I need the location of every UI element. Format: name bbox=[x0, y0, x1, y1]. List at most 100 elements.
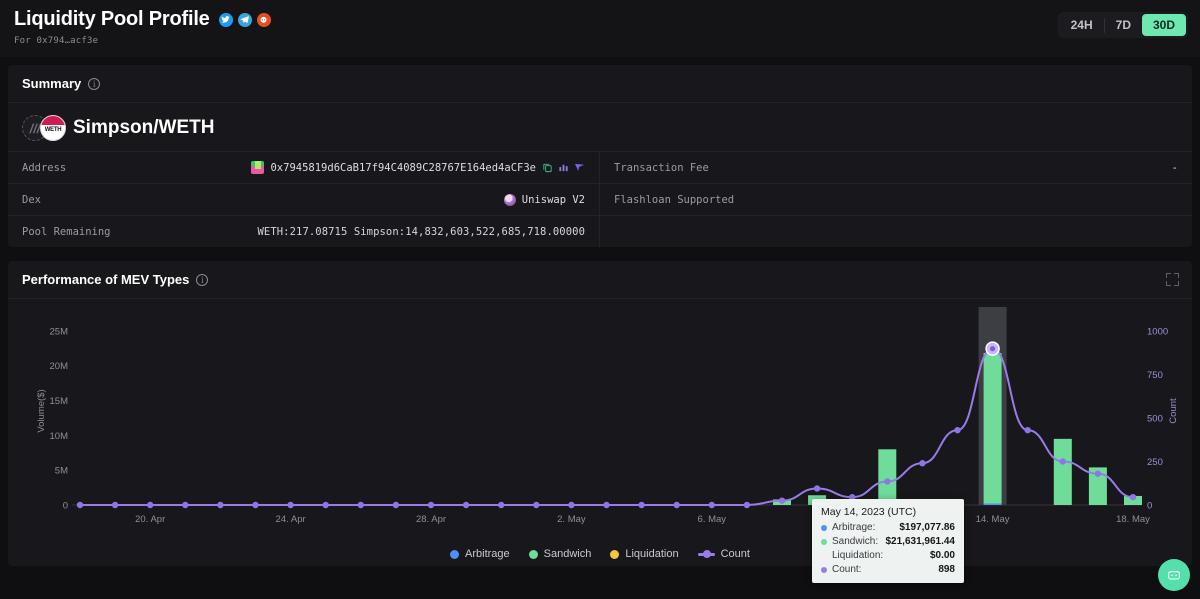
tooltip-value-liquidation: $0.00 bbox=[929, 550, 955, 561]
telegram-icon[interactable] bbox=[237, 12, 252, 27]
expand-icon[interactable] bbox=[1166, 273, 1179, 286]
summary-card: Summary i /// WETH Simpson/WETH Address bbox=[8, 65, 1192, 247]
summary-right-column: Transaction Fee - Flashloan Supported bbox=[600, 151, 1192, 247]
transaction-fee-label: Transaction Fee bbox=[614, 161, 709, 174]
weth-token-icon: WETH bbox=[40, 115, 66, 141]
summary-card-header: Summary i bbox=[8, 65, 1192, 103]
detail-row-dex: Dex Uniswap V2 bbox=[8, 183, 599, 215]
tooltip-label-liquidation: Liquidation: bbox=[832, 550, 884, 561]
range-30d-button[interactable]: 30D bbox=[1141, 14, 1186, 36]
tooltip-row-count: Count: 898 bbox=[821, 564, 955, 575]
copy-icon[interactable] bbox=[542, 162, 553, 173]
chart-card-header: Performance of MEV Types i bbox=[8, 261, 1192, 299]
token-pair-icons: /// WETH bbox=[22, 115, 66, 141]
dex-value-group: Uniswap V2 bbox=[503, 193, 585, 206]
svg-text:15M: 15M bbox=[50, 396, 69, 407]
address-value[interactable]: 0x7945819d6CaB17f94C4089C28767E164ed4aCF… bbox=[270, 162, 536, 174]
title-row: Liquidity Pool Profile bbox=[14, 8, 1200, 31]
social-links bbox=[218, 12, 271, 27]
svg-text:2. May: 2. May bbox=[557, 514, 586, 525]
detail-row-pool-remaining: Pool Remaining WETH:217.08715 Simpson:14… bbox=[8, 215, 599, 247]
pool-quote-token: WETH bbox=[158, 117, 215, 138]
dex-label: Dex bbox=[22, 193, 41, 206]
chart-info-icon[interactable]: i bbox=[196, 273, 209, 286]
pool-base-token: Simpson bbox=[73, 117, 154, 138]
legend-label-sandwich: Sandwich bbox=[543, 548, 592, 560]
svg-text:20. Apr: 20. Apr bbox=[135, 514, 165, 525]
tooltip-row-arbitrage: Arbitrage: $197,077.86 bbox=[821, 522, 955, 533]
address-label: Address bbox=[22, 161, 67, 174]
legend-item-liquidation[interactable]: Liquidation bbox=[610, 548, 679, 560]
page-title: Liquidity Pool Profile bbox=[14, 8, 210, 30]
summary-left-column: Address 0x7945819d6CaB17f94C4089C28767E1… bbox=[8, 151, 600, 247]
range-24h-button[interactable]: 24H bbox=[1060, 14, 1104, 36]
svg-text:750: 750 bbox=[1147, 370, 1163, 381]
etherscan-icon[interactable] bbox=[558, 162, 569, 173]
mev-performance-chart[interactable]: 0 5M 10M 15M 20M 25M Volume($) 0 250 500 750 1000 Co… bbox=[8, 299, 1192, 561]
app-root: Liquidity Pool Profile For 0x794…acf3e 2… bbox=[0, 0, 1200, 599]
svg-text:500: 500 bbox=[1147, 413, 1163, 424]
legend-label-arbitrage: Arbitrage bbox=[465, 548, 510, 560]
legend-item-sandwich[interactable]: Sandwich bbox=[528, 548, 592, 560]
legend-swatch-arbitrage bbox=[450, 549, 460, 559]
support-chat-button[interactable] bbox=[1158, 559, 1190, 591]
svg-text:Volume($): Volume($) bbox=[36, 389, 47, 432]
tooltip-label-arbitrage: Arbitrage: bbox=[832, 522, 876, 533]
legend-label-liquidation: Liquidation bbox=[625, 548, 679, 560]
svg-text:18. May: 18. May bbox=[1116, 514, 1150, 525]
page-subtitle: For 0x794…acf3e bbox=[14, 36, 99, 46]
detail-row-address: Address 0x7945819d6CaB17f94C4089C28767E1… bbox=[8, 151, 599, 183]
tooltip-row-liquidation: Liquidation: $0.00 bbox=[821, 550, 955, 561]
svg-text:1000: 1000 bbox=[1147, 326, 1168, 337]
identicon-icon bbox=[251, 161, 265, 174]
chat-icon bbox=[1168, 571, 1180, 580]
summary-title: Summary bbox=[22, 76, 82, 91]
svg-text:25M: 25M bbox=[50, 326, 69, 337]
chart-title: Performance of MEV Types bbox=[22, 272, 190, 287]
address-action-icons bbox=[542, 162, 585, 173]
page-header: Liquidity Pool Profile For 0x794…acf3e 2… bbox=[0, 0, 1200, 57]
tooltip-dot-count bbox=[821, 566, 827, 573]
legend-item-count[interactable]: Count bbox=[697, 548, 750, 560]
chart-tooltip: May 14, 2023 (UTC) Arbitrage: $197,077.8… bbox=[812, 499, 964, 583]
info-icon[interactable]: i bbox=[88, 77, 101, 90]
legend-label-count: Count bbox=[720, 548, 750, 560]
legend-swatch-liquidation bbox=[610, 549, 620, 559]
chart-legend: Arbitrage Sandwich Liquidation Count bbox=[8, 548, 1192, 560]
svg-text:24. Apr: 24. Apr bbox=[276, 514, 306, 525]
dex-value: Uniswap V2 bbox=[521, 193, 585, 206]
range-7d-button[interactable]: 7D bbox=[1105, 14, 1142, 36]
tooltip-value-count: 898 bbox=[938, 564, 955, 575]
legend-item-arbitrage[interactable]: Arbitrage bbox=[450, 548, 510, 560]
detail-row-transaction-fee: Transaction Fee - bbox=[600, 151, 1192, 183]
svg-text:14. May: 14. May bbox=[976, 514, 1010, 525]
svg-text:28. Apr: 28. Apr bbox=[416, 514, 446, 525]
share-icon[interactable] bbox=[574, 162, 585, 173]
twitter-icon[interactable] bbox=[218, 12, 233, 27]
tooltip-value-sandwich: $21,631,961.44 bbox=[885, 536, 955, 547]
chart-plot-area: 0 5M 10M 15M 20M 25M Volume($) 0 250 500 750 1000 Co… bbox=[8, 299, 1192, 561]
tooltip-row-sandwich: Sandwich: $21,631,961.44 bbox=[821, 536, 955, 547]
svg-text:250: 250 bbox=[1147, 457, 1163, 468]
pool-name: Simpson/WETH bbox=[73, 117, 214, 139]
summary-right-spacer bbox=[600, 215, 1192, 247]
pool-identity-row: /// WETH Simpson/WETH bbox=[8, 103, 1192, 151]
tooltip-value-arbitrage: $197,077.86 bbox=[899, 522, 955, 533]
pool-remaining-value: WETH:217.08715 Simpson:14,832,603,522,68… bbox=[257, 225, 585, 238]
tooltip-dot-arbitrage bbox=[821, 524, 827, 531]
detail-row-flashloan-supported: Flashloan Supported bbox=[600, 183, 1192, 215]
svg-text:6. May: 6. May bbox=[698, 514, 727, 525]
flashloan-label: Flashloan Supported bbox=[614, 193, 735, 206]
transaction-fee-value: - bbox=[1171, 161, 1178, 174]
reddit-icon[interactable] bbox=[256, 12, 271, 27]
svg-text:0: 0 bbox=[1147, 501, 1152, 512]
svg-text:20M: 20M bbox=[50, 361, 69, 372]
svg-text:Count: Count bbox=[1168, 398, 1179, 424]
weth-token-label: WETH bbox=[44, 127, 62, 133]
tooltip-label-count: Count: bbox=[832, 564, 862, 575]
uniswap-icon bbox=[503, 193, 516, 206]
tooltip-label-sandwich: Sandwich: bbox=[832, 536, 879, 547]
legend-swatch-sandwich bbox=[528, 549, 538, 559]
tooltip-dot-liquidation bbox=[821, 553, 827, 559]
svg-text:10M: 10M bbox=[50, 431, 69, 442]
